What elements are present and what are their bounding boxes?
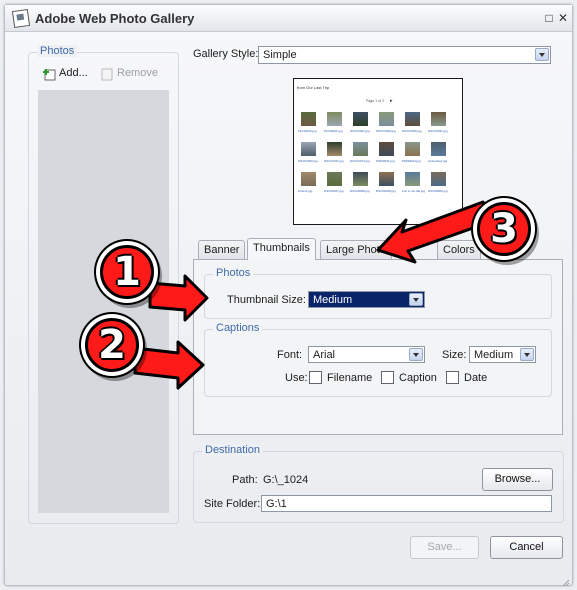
marker-2: 2 (85, 318, 139, 372)
marker-1: 1 (100, 245, 154, 299)
tab-thumbnails[interactable]: Thumbnails (247, 238, 316, 260)
arrow-2-icon (133, 340, 205, 390)
arrow-3-icon (376, 200, 492, 264)
marker-3: 3 (477, 202, 531, 256)
annotation-arrows (133, 200, 492, 390)
arrow-1-icon (148, 274, 209, 322)
